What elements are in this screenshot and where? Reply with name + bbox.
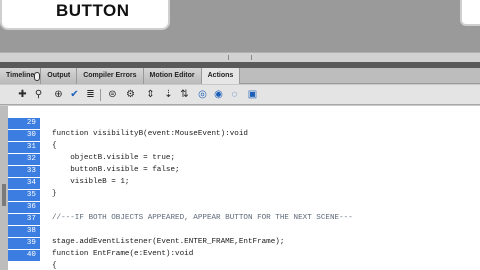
code-hint-icon[interactable]: ⊜ — [106, 88, 119, 101]
left-collapse-bar[interactable] — [0, 106, 8, 270]
toolbar-separator — [100, 89, 101, 101]
code-text[interactable]: function EntFrame(e:Event):void — [52, 249, 193, 260]
code-line[interactable]: 30 { — [8, 119, 480, 150]
remove-comment-icon[interactable]: ◌ — [228, 88, 241, 101]
line-number: 40 — [8, 250, 40, 261]
code-line[interactable]: 35 — [8, 179, 480, 201]
stage-area[interactable]: BUTTON — [0, 0, 480, 62]
collapse-handle[interactable] — [2, 184, 6, 206]
add-script-icon[interactable]: ✚ — [16, 88, 29, 101]
actions-panel: Timeline Output Compiler Errors Motion E… — [0, 68, 480, 270]
toolbox-icon[interactable]: ▣ — [246, 88, 259, 101]
check-syntax-icon[interactable]: ✔ — [68, 88, 81, 101]
stage-horizontal-scrollbar[interactable] — [0, 52, 480, 62]
target-icon[interactable]: ⊕ — [52, 88, 65, 101]
tab-motion-editor[interactable]: Motion Editor — [143, 68, 202, 84]
collapse-selection-icon[interactable]: ⇣ — [162, 88, 175, 101]
code-line[interactable]: 37 — [8, 203, 480, 225]
code-line[interactable]: 31 objectB.visible = true; — [8, 131, 480, 162]
code-line[interactable]: 40 { — [8, 239, 480, 270]
find-icon[interactable]: ⚲ — [32, 88, 45, 101]
mouse-cursor-icon — [34, 72, 40, 81]
panel-tabs: Timeline Output Compiler Errors Motion E… — [0, 68, 480, 84]
stage-object-symbol[interactable] — [460, 0, 480, 26]
scrollbar-grip[interactable] — [228, 55, 252, 60]
collapse-icon[interactable]: ⇕ — [144, 88, 157, 101]
line-comment-icon[interactable]: ◉ — [212, 88, 225, 101]
code-line[interactable]: 32 buttonB.visible = false; — [8, 143, 480, 174]
code-line[interactable]: 39 function EntFrame(e:Event):void — [8, 227, 480, 258]
script-editor[interactable]: 29 function visibilityB(event:MouseEvent… — [8, 106, 480, 270]
tab-actions[interactable]: Actions — [201, 68, 241, 84]
code-line[interactable]: 38 stage.addEventListener(Event.ENTER_FR… — [8, 215, 480, 246]
actions-toolbar: ✚ ⚲ ⊕ ✔ ≣ ⊜ ⚙ ⇕ ⇣ ⇅ ◎ ◉ ◌ ▣ — [0, 85, 480, 105]
stage-button-label: BUTTON — [56, 1, 130, 20]
code-line[interactable]: 34 } — [8, 167, 480, 198]
tab-output[interactable]: Output — [41, 68, 78, 84]
code-line[interactable]: 33 visibleB = 1; — [8, 155, 480, 186]
tab-compiler-errors[interactable]: Compiler Errors — [77, 68, 144, 84]
debug-options-icon[interactable]: ⚙ — [124, 88, 137, 101]
code-line[interactable]: 36 //---IF BOTH OBJECTS APPEARED, APPEAR… — [8, 191, 480, 222]
block-comment-icon[interactable]: ◎ — [196, 88, 209, 101]
code-text[interactable]: { — [52, 261, 57, 270]
auto-format-icon[interactable]: ≣ — [84, 88, 97, 101]
code-line[interactable]: 29 function visibilityB(event:MouseEvent… — [8, 107, 480, 138]
stage-button-symbol[interactable]: BUTTON — [0, 0, 170, 30]
expand-all-icon[interactable]: ⇅ — [178, 88, 191, 101]
